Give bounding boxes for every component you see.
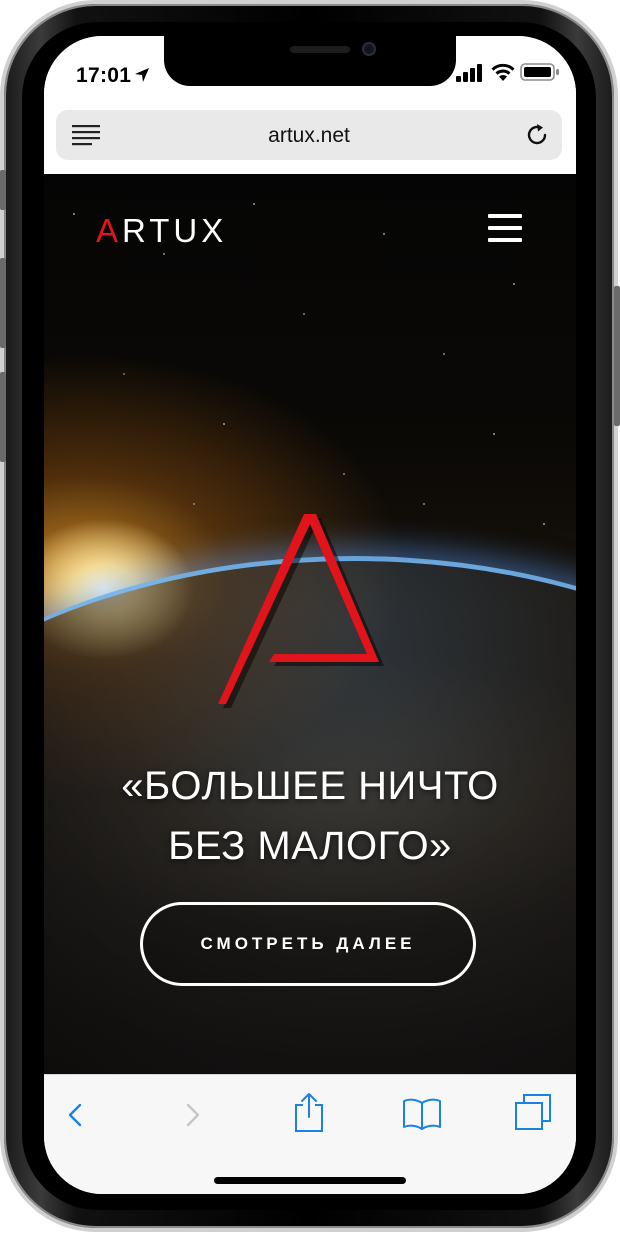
phone-screen: 17:01 artux.net ARTUX «БОЛЬШЕЕ НИЧТО БЕЗ… (44, 36, 576, 1194)
see-more-button[interactable]: СМОТРЕТЬ ДАЛЕЕ (140, 902, 476, 986)
battery-icon (520, 63, 559, 81)
hero-section: ARTUX «БОЛЬШЕЕ НИЧТО БЕЗ МАЛОГО» СМОТРЕТ… (44, 174, 576, 1076)
power-button (614, 286, 620, 426)
address-bar[interactable]: artux.net (56, 110, 562, 160)
back-icon[interactable] (64, 1097, 88, 1133)
status-time: 17:01 (76, 64, 132, 87)
wifi-icon (491, 63, 515, 81)
volume-up-button (0, 258, 6, 348)
logo-accent-letter: A (96, 212, 123, 249)
url-text[interactable]: artux.net (56, 124, 562, 148)
hero-headline: «БОЛЬШЕЕ НИЧТО БЕЗ МАЛОГО» (44, 756, 576, 876)
share-icon[interactable] (292, 1091, 326, 1133)
front-camera (362, 42, 376, 56)
headline-line-1: «БОЛЬШЕЕ НИЧТО (121, 764, 499, 808)
hamburger-icon[interactable] (488, 214, 522, 242)
mute-switch (0, 170, 6, 210)
status-bar: 17:01 (44, 36, 576, 110)
bookmarks-icon[interactable] (402, 1095, 442, 1131)
home-indicator[interactable] (214, 1177, 406, 1184)
tabs-icon[interactable] (514, 1093, 552, 1131)
browser-toolbar (44, 1074, 576, 1194)
volume-down-button (0, 372, 6, 462)
signal-icon (456, 64, 482, 82)
location-arrow-icon (135, 68, 149, 82)
speaker-grille (290, 46, 350, 53)
logo-text: RTUX (122, 212, 228, 249)
site-logo[interactable]: ARTUX (96, 212, 227, 250)
reload-icon[interactable] (524, 122, 550, 148)
headline-line-2: БЕЗ МАЛОГО» (168, 824, 452, 868)
forward-icon[interactable] (180, 1097, 204, 1133)
delta-logo-icon (218, 514, 384, 708)
notch (164, 36, 456, 86)
